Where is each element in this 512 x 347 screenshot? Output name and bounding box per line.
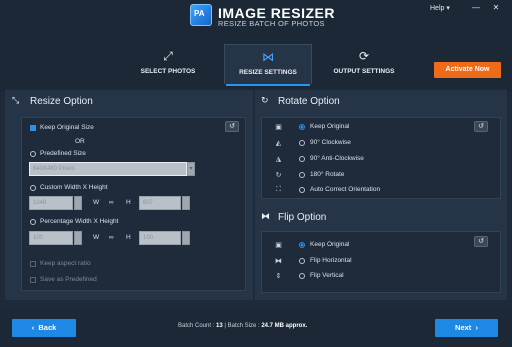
width-label: W [93, 199, 100, 206]
flip-icon: ⧓ [261, 211, 270, 221]
tab-output-settings[interactable]: ⟳ OUTPUT SETTINGS [320, 44, 408, 84]
height-label: H [126, 199, 131, 206]
rotate-icon: ↻ [261, 95, 269, 105]
height-label: H [126, 234, 131, 241]
rotate-clockwise-icon: ◭ [275, 140, 282, 147]
rotate-90-clockwise-radio[interactable] [299, 140, 305, 146]
flip-title: Flip Option [278, 212, 327, 223]
percentage-width-input[interactable]: 100 [29, 231, 73, 245]
expand-arrows-icon: ⤢ [163, 49, 173, 63]
custom-width-stepper[interactable] [74, 196, 82, 210]
or-divider: OR [75, 138, 85, 145]
rotate-option-label: Auto Correct Orientation [310, 186, 381, 193]
active-tab-indicator [226, 84, 310, 86]
percentage-size-label: Percentage Width X Height [40, 218, 119, 225]
next-button[interactable]: Next › [435, 319, 498, 337]
back-button[interactable]: ‹ Back [12, 319, 76, 337]
flip-horizontal-icon: ⧓ [275, 258, 282, 265]
tab-resize-settings[interactable]: ⋈ RESIZE SETTINGS [224, 44, 312, 84]
flip-options-box [261, 231, 501, 293]
rotate-keep-original-radio[interactable] [299, 124, 305, 130]
batch-count-value: 13 [216, 323, 223, 329]
back-label: Back [38, 323, 57, 332]
tab-label: SELECT PHOTOS [140, 68, 196, 75]
rotate-180-icon: ↻ [275, 172, 282, 179]
tab-label: RESIZE SETTINGS [239, 69, 297, 76]
batch-count-label: Batch Count : [178, 323, 215, 329]
rotate-option-label: 90° Clockwise [310, 139, 351, 146]
custom-height-input[interactable]: 607 [139, 196, 181, 210]
rotate-option-label: 90° Anti-Clockwise [310, 155, 364, 162]
custom-width-input[interactable]: 1048 [29, 196, 73, 210]
reset-rotate-icon[interactable]: ↺ [474, 121, 488, 132]
flip-vertical-icon: ⇕ [275, 273, 282, 280]
percentage-width-stepper[interactable] [74, 231, 82, 245]
keep-aspect-ratio-checkbox[interactable] [30, 261, 36, 267]
flip-vertical-radio[interactable] [299, 273, 305, 279]
resize-title: Resize Option [30, 96, 93, 107]
link-icon[interactable]: ∞ [109, 199, 114, 206]
keep-original-size-checkbox[interactable] [30, 125, 36, 131]
help-menu[interactable]: Help ▾ [430, 4, 450, 12]
chevron-down-icon[interactable]: ▾ [187, 162, 195, 176]
predefined-size-label: Predefined Size [40, 150, 86, 157]
auto-orientation-icon: ⛶ [276, 186, 281, 193]
resize-compress-icon: ⋈ [262, 50, 274, 64]
output-rotate-icon: ⟳ [358, 49, 370, 63]
image-original-icon: ▣ [275, 124, 282, 131]
rotate-180-radio[interactable] [299, 172, 305, 178]
reset-flip-icon[interactable]: ↺ [474, 236, 488, 247]
logo-text: PA [194, 9, 205, 18]
batch-size-value: 24.7 MB approx. [261, 323, 308, 329]
resize-arrows-icon: ⤡ [12, 95, 20, 105]
link-icon[interactable]: ∞ [109, 234, 114, 241]
auto-correct-orientation-radio[interactable] [299, 187, 305, 193]
predefined-size-radio[interactable] [30, 151, 36, 157]
save-as-predefined-checkbox[interactable] [30, 277, 36, 283]
rotate-options-box [261, 117, 501, 199]
flip-option-label: Flip Horizontal [310, 257, 352, 264]
predefined-size-select[interactable]: 640X480 Pixels [29, 162, 187, 176]
reset-resize-icon[interactable]: ↺ [225, 121, 239, 132]
flip-option-label: Flip Vertical [310, 272, 344, 279]
batch-size-label: | Batch Size : [224, 323, 260, 329]
batch-status: Batch Count : 13 | Batch Size : 24.7 MB … [178, 323, 307, 329]
flip-option-label: Keep Original [310, 241, 350, 248]
image-original-icon: ▣ [275, 242, 282, 249]
app-logo: PA [190, 4, 212, 26]
custom-size-label: Custom Width X Height [40, 184, 108, 191]
percentage-size-radio[interactable] [30, 219, 36, 225]
width-label: W [93, 234, 100, 241]
next-label: Next [455, 323, 472, 332]
chevron-right-icon: › [471, 323, 478, 332]
rotate-anticlockwise-icon: ◮ [275, 156, 282, 163]
tab-label: OUTPUT SETTINGS [333, 68, 395, 75]
rotate-option-label: 180° Rotate [310, 171, 345, 178]
keep-original-size-label: Keep Original Size [40, 124, 94, 131]
flip-keep-original-radio[interactable] [299, 242, 305, 248]
rotate-option-label: Keep Original [310, 123, 350, 130]
percentage-height-input[interactable]: 100 [139, 231, 181, 245]
app-subtitle: RESIZE BATCH OF PHOTOS [218, 19, 325, 28]
percentage-height-stepper[interactable] [182, 231, 190, 245]
rotate-90-anticlockwise-radio[interactable] [299, 156, 305, 162]
rotate-title: Rotate Option [278, 96, 340, 107]
keep-aspect-ratio-label: Keep aspect ratio [40, 260, 91, 267]
activate-now-button[interactable]: Activate Now [434, 62, 501, 78]
custom-height-stepper[interactable] [182, 196, 190, 210]
tab-select-photos[interactable]: ⤢ SELECT PHOTOS [124, 44, 212, 84]
close-icon[interactable]: ✕ [490, 3, 502, 12]
custom-size-radio[interactable] [30, 185, 36, 191]
minimize-icon[interactable]: — [470, 3, 482, 12]
flip-horizontal-radio[interactable] [299, 258, 305, 264]
save-as-predefined-label: Save as Predefined [40, 276, 97, 283]
